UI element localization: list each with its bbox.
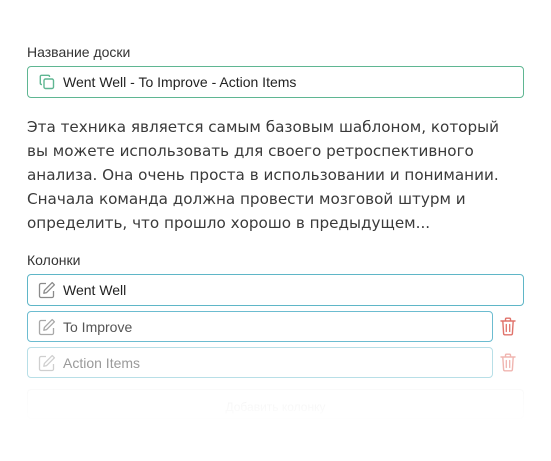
column-input-action-items[interactable]: Action Items	[27, 347, 493, 378]
columns-label: Колонки	[27, 252, 81, 268]
edit-icon	[38, 318, 56, 336]
board-name-value: Went Well - To Improve - Action Items	[63, 74, 297, 90]
delete-column-action-items-icon[interactable]	[499, 352, 517, 372]
add-column-button[interactable]: Добавить колонку	[27, 389, 524, 419]
template-description: Эта техника является самым базовым шабло…	[27, 118, 499, 232]
board-name-input[interactable]: Went Well - To Improve - Action Items	[27, 66, 524, 98]
add-column-label: Добавить колонку	[225, 400, 326, 414]
delete-column-to-improve-icon[interactable]	[499, 316, 517, 336]
column-input-went-well[interactable]: Went Well	[27, 274, 524, 306]
board-name-label: Название доски	[27, 44, 131, 60]
column-name-value: Action Items	[63, 354, 141, 371]
column-name-value: Went Well	[63, 282, 127, 298]
copy-icon	[38, 73, 56, 91]
column-input-to-improve[interactable]: To Improve	[27, 311, 493, 342]
edit-icon	[38, 354, 56, 372]
column-name-value: To Improve	[63, 318, 133, 335]
edit-icon	[38, 281, 56, 299]
